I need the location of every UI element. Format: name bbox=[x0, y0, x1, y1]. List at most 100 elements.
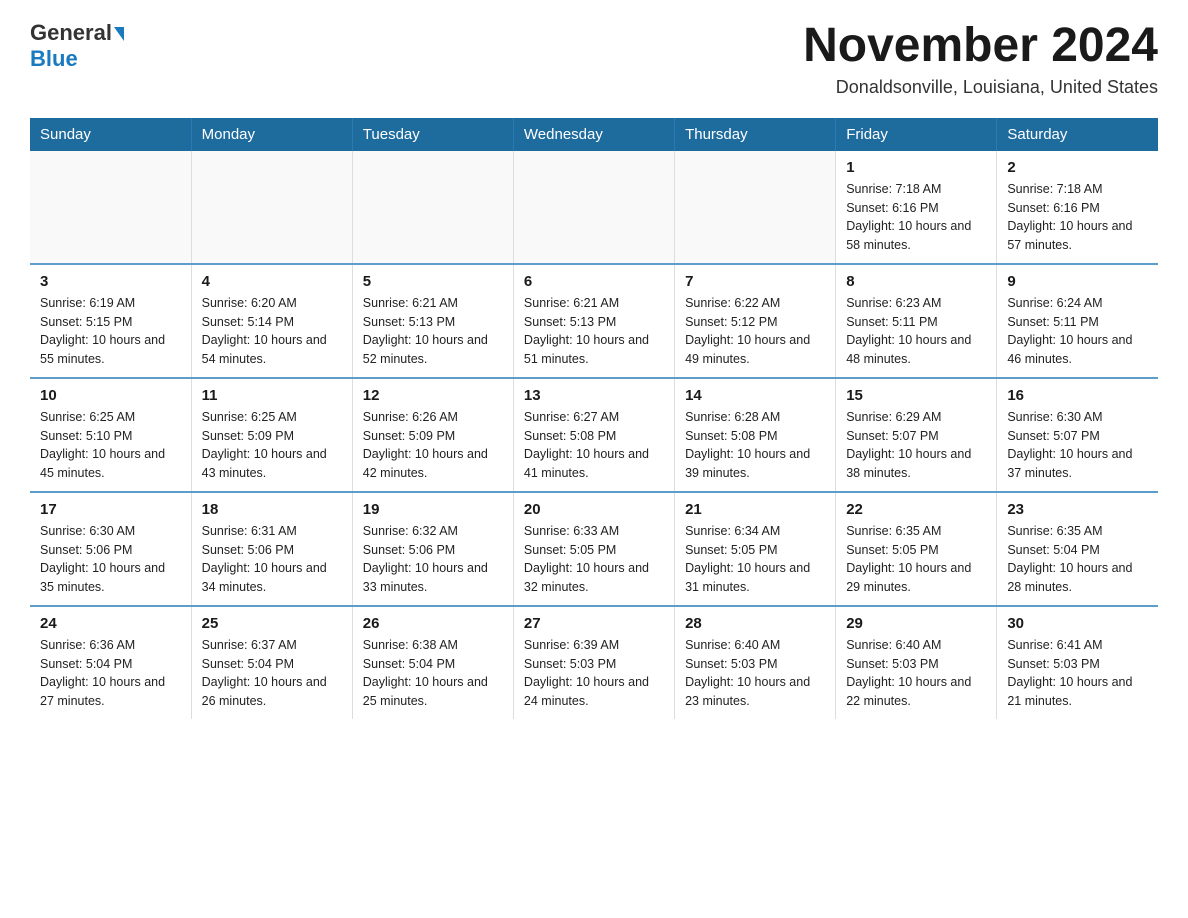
day-info: Sunrise: 6:30 AM Sunset: 5:07 PM Dayligh… bbox=[1007, 408, 1148, 483]
day-cell: 21 Sunrise: 6:34 AM Sunset: 5:05 PM Dayli… bbox=[675, 492, 836, 606]
day-cell: 15Sunrise: 6:29 AM Sunset: 5:07 PM Dayli… bbox=[836, 378, 997, 492]
day-cell: 22Sunrise: 6:35 AM Sunset: 5:05 PM Dayli… bbox=[836, 492, 997, 606]
day-number: 3 bbox=[40, 273, 181, 290]
day-cell: 13Sunrise: 6:27 AM Sunset: 5:08 PM Dayli… bbox=[513, 378, 674, 492]
header-cell-friday: Friday bbox=[836, 118, 997, 151]
day-cell: 17 Sunrise: 6:30 AM Sunset: 5:06 PM Dayli… bbox=[30, 492, 191, 606]
day-number: 24 bbox=[40, 615, 181, 632]
day-number: 4 bbox=[202, 273, 342, 290]
day-number: 27 bbox=[524, 615, 664, 632]
day-info: Sunrise: 6:36 AM Sunset: 5:04 PM Dayligh… bbox=[40, 636, 181, 711]
calendar-table: SundayMondayTuesdayWednesdayThursdayFrid… bbox=[30, 118, 1158, 719]
header-cell-wednesday: Wednesday bbox=[513, 118, 674, 151]
day-cell: 1Sunrise: 7:18 AM Sunset: 6:16 PM Daylig… bbox=[836, 151, 997, 264]
day-number: 14 bbox=[685, 387, 825, 404]
day-cell: 11 Sunrise: 6:25 AM Sunset: 5:09 PM Dayli… bbox=[191, 378, 352, 492]
day-info: Sunrise: 6:37 AM Sunset: 5:04 PM Dayligh… bbox=[202, 636, 342, 711]
day-cell: 24 Sunrise: 6:36 AM Sunset: 5:04 PM Dayli… bbox=[30, 606, 191, 719]
day-cell: 4 Sunrise: 6:20 AM Sunset: 5:14 PM Daylig… bbox=[191, 264, 352, 378]
day-info: Sunrise: 6:21 AM Sunset: 5:13 PM Dayligh… bbox=[363, 294, 503, 369]
day-info: Sunrise: 6:28 AM Sunset: 5:08 PM Dayligh… bbox=[685, 408, 825, 483]
day-info: Sunrise: 6:24 AM Sunset: 5:11 PM Dayligh… bbox=[1007, 294, 1148, 369]
logo-arrow-icon bbox=[114, 27, 124, 41]
day-number: 10 bbox=[40, 387, 181, 404]
week-row-4: 24 Sunrise: 6:36 AM Sunset: 5:04 PM Dayli… bbox=[30, 606, 1158, 719]
calendar-body: 1 Sunrise: 7:18 AM Sunset: 6:16 PM Daylig… bbox=[30, 151, 1158, 719]
day-cell: 19Sunrise: 6:32 AM Sunset: 5:06 PM Dayli… bbox=[352, 492, 513, 606]
day-info: Sunrise: 6:23 AM Sunset: 5:11 PM Dayligh… bbox=[846, 294, 986, 369]
day-cell: 14 Sunrise: 6:28 AM Sunset: 5:08 PM Dayli… bbox=[675, 378, 836, 492]
logo-general-label: General bbox=[30, 20, 112, 46]
day-number: 7 bbox=[685, 273, 825, 290]
day-cell: 16 Sunrise: 6:30 AM Sunset: 5:07 PM Dayli… bbox=[997, 378, 1158, 492]
day-info: Sunrise: 7:18 AM Sunset: 6:16 PM Dayligh… bbox=[1007, 180, 1148, 255]
day-number: 30 bbox=[1007, 615, 1148, 632]
day-number: 21 bbox=[685, 501, 825, 518]
day-info: Sunrise: 6:20 AM Sunset: 5:14 PM Dayligh… bbox=[202, 294, 342, 369]
day-cell: 25Sunrise: 6:37 AM Sunset: 5:04 PM Dayli… bbox=[191, 606, 352, 719]
day-cell: 18 Sunrise: 6:31 AM Sunset: 5:06 PM Dayli… bbox=[191, 492, 352, 606]
header-cell-sunday: Sunday bbox=[30, 118, 191, 151]
day-cell bbox=[675, 151, 836, 264]
day-info: Sunrise: 6:21 AM Sunset: 5:13 PM Dayligh… bbox=[524, 294, 664, 369]
day-number: 29 bbox=[846, 615, 986, 632]
day-info: Sunrise: 6:35 AM Sunset: 5:05 PM Dayligh… bbox=[846, 522, 986, 597]
day-info: Sunrise: 6:30 AM Sunset: 5:06 PM Dayligh… bbox=[40, 522, 181, 597]
day-cell bbox=[352, 151, 513, 264]
day-cell: 8 Sunrise: 6:23 AM Sunset: 5:11 PM Daylig… bbox=[836, 264, 997, 378]
day-cell: 7 Sunrise: 6:22 AM Sunset: 5:12 PM Daylig… bbox=[675, 264, 836, 378]
week-row-3: 17 Sunrise: 6:30 AM Sunset: 5:06 PM Dayli… bbox=[30, 492, 1158, 606]
day-info: Sunrise: 6:40 AM Sunset: 5:03 PM Dayligh… bbox=[685, 636, 825, 711]
day-number: 26 bbox=[363, 615, 503, 632]
header-cell-saturday: Saturday bbox=[997, 118, 1158, 151]
day-number: 1 bbox=[846, 159, 986, 176]
day-number: 16 bbox=[1007, 387, 1148, 404]
week-row-2: 10 Sunrise: 6:25 AM Sunset: 5:10 PM Dayli… bbox=[30, 378, 1158, 492]
day-number: 13 bbox=[524, 387, 664, 404]
day-info: Sunrise: 6:25 AM Sunset: 5:10 PM Dayligh… bbox=[40, 408, 181, 483]
day-cell: 27 Sunrise: 6:39 AM Sunset: 5:03 PM Dayli… bbox=[513, 606, 674, 719]
header-cell-thursday: Thursday bbox=[675, 118, 836, 151]
day-number: 17 bbox=[40, 501, 181, 518]
day-number: 8 bbox=[846, 273, 986, 290]
day-info: Sunrise: 6:26 AM Sunset: 5:09 PM Dayligh… bbox=[363, 408, 503, 483]
day-cell: 9 Sunrise: 6:24 AM Sunset: 5:11 PM Daylig… bbox=[997, 264, 1158, 378]
day-cell bbox=[30, 151, 191, 264]
title-area: November 2024 Donaldsonville, Louisiana,… bbox=[803, 20, 1158, 98]
day-cell: 12 Sunrise: 6:26 AM Sunset: 5:09 PM Dayli… bbox=[352, 378, 513, 492]
day-info: Sunrise: 6:33 AM Sunset: 5:05 PM Dayligh… bbox=[524, 522, 664, 597]
day-info: Sunrise: 6:22 AM Sunset: 5:12 PM Dayligh… bbox=[685, 294, 825, 369]
day-cell: 2 Sunrise: 7:18 AM Sunset: 6:16 PM Daylig… bbox=[997, 151, 1158, 264]
day-info: Sunrise: 6:39 AM Sunset: 5:03 PM Dayligh… bbox=[524, 636, 664, 711]
day-cell: 26 Sunrise: 6:38 AM Sunset: 5:04 PM Dayli… bbox=[352, 606, 513, 719]
day-number: 28 bbox=[685, 615, 825, 632]
month-title: November 2024 bbox=[803, 20, 1158, 73]
day-cell: 23Sunrise: 6:35 AM Sunset: 5:04 PM Dayli… bbox=[997, 492, 1158, 606]
day-cell: 6 Sunrise: 6:21 AM Sunset: 5:13 PM Daylig… bbox=[513, 264, 674, 378]
calendar-header: SundayMondayTuesdayWednesdayThursdayFrid… bbox=[30, 118, 1158, 151]
logo-general-text: General bbox=[30, 20, 124, 46]
day-info: Sunrise: 6:31 AM Sunset: 5:06 PM Dayligh… bbox=[202, 522, 342, 597]
header: General Blue November 2024 Donaldsonvill… bbox=[30, 20, 1158, 98]
day-info: Sunrise: 6:34 AM Sunset: 5:05 PM Dayligh… bbox=[685, 522, 825, 597]
day-cell: 20Sunrise: 6:33 AM Sunset: 5:05 PM Dayli… bbox=[513, 492, 674, 606]
logo-blue-label: Blue bbox=[30, 46, 78, 72]
header-cell-tuesday: Tuesday bbox=[352, 118, 513, 151]
day-cell bbox=[191, 151, 352, 264]
day-number: 5 bbox=[363, 273, 503, 290]
day-info: Sunrise: 6:38 AM Sunset: 5:04 PM Dayligh… bbox=[363, 636, 503, 711]
day-info: Sunrise: 6:19 AM Sunset: 5:15 PM Dayligh… bbox=[40, 294, 181, 369]
header-cell-monday: Monday bbox=[191, 118, 352, 151]
day-cell: 3 Sunrise: 6:19 AM Sunset: 5:15 PM Daylig… bbox=[30, 264, 191, 378]
logo: General Blue bbox=[30, 20, 124, 72]
day-number: 12 bbox=[363, 387, 503, 404]
day-cell: 29Sunrise: 6:40 AM Sunset: 5:03 PM Dayli… bbox=[836, 606, 997, 719]
day-number: 11 bbox=[202, 387, 342, 404]
day-info: Sunrise: 6:25 AM Sunset: 5:09 PM Dayligh… bbox=[202, 408, 342, 483]
day-number: 6 bbox=[524, 273, 664, 290]
day-cell: 30Sunrise: 6:41 AM Sunset: 5:03 PM Dayli… bbox=[997, 606, 1158, 719]
day-number: 9 bbox=[1007, 273, 1148, 290]
day-number: 18 bbox=[202, 501, 342, 518]
week-row-0: 1 Sunrise: 7:18 AM Sunset: 6:16 PM Daylig… bbox=[30, 151, 1158, 264]
day-number: 2 bbox=[1007, 159, 1148, 176]
